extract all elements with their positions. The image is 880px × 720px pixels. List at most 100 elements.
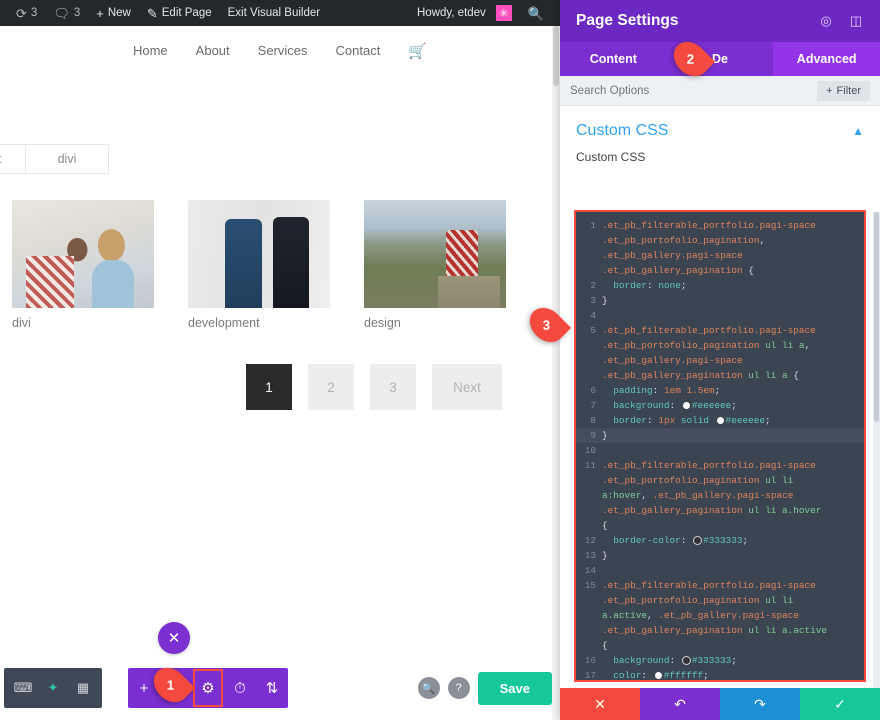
panel-scrollbar-thumb[interactable]: [874, 212, 879, 422]
adminbar-edit-page[interactable]: ✎ Edit Page: [139, 0, 220, 26]
cancel-button[interactable]: ✕: [560, 688, 640, 720]
tab-advanced[interactable]: Advanced: [773, 42, 880, 76]
code-line-number: 12: [576, 533, 602, 548]
grid-icon[interactable]: ▦: [68, 668, 98, 708]
panel-layout-icon[interactable]: ◫: [848, 13, 864, 29]
custom-css-code-editor[interactable]: 1.et_pb_filterable_portfolio.pagi-space.…: [574, 210, 866, 682]
code-line-number: [576, 368, 602, 383]
search-input[interactable]: [570, 85, 817, 97]
code-line: 11.et_pb_filterable_portfolio.pagi-space: [576, 458, 864, 473]
close-icon[interactable]: ✕: [158, 622, 190, 654]
comments-icon: 🗨: [53, 7, 70, 20]
filter-tab-divi[interactable]: divi: [25, 144, 109, 174]
code-line-text: .et_pb_gallery.pagi-space: [602, 248, 864, 263]
code-line-text: .et_pb_filterable_portfolio.pagi-space: [602, 323, 864, 338]
portfolio-thumbnail[interactable]: [364, 200, 506, 308]
code-line-text: [602, 563, 864, 578]
panel-scrollbar[interactable]: [873, 212, 880, 720]
portfolio-caption: divi: [12, 316, 154, 330]
code-line-number: 8: [576, 413, 602, 428]
code-line-number: [576, 518, 602, 533]
code-line-text: {: [602, 518, 864, 533]
portfolio-thumbnail[interactable]: [12, 200, 154, 308]
section-title: Custom CSS: [576, 122, 668, 140]
filter-tab-development[interactable]: oment: [0, 144, 26, 174]
code-editor-content[interactable]: 1.et_pb_filterable_portfolio.pagi-space.…: [576, 212, 864, 680]
code-line: 17 color: #ffffff;: [576, 668, 864, 682]
nav-item-services[interactable]: Services: [258, 43, 308, 58]
code-line-number: 5: [576, 323, 602, 338]
preview-scrollbar[interactable]: [552, 26, 560, 720]
focus-target-icon[interactable]: ◎: [818, 13, 834, 29]
portfolio-item[interactable]: divi: [12, 200, 154, 330]
portfolio-item[interactable]: development: [188, 200, 330, 330]
panel-action-bar: ✕ ↶ ↷ ✓: [560, 688, 880, 720]
undo-button[interactable]: ↶: [640, 688, 720, 720]
filter-button[interactable]: + Filter: [817, 81, 870, 101]
code-line-text: border-color: #333333;: [602, 533, 864, 548]
tab-content[interactable]: Content: [560, 42, 667, 76]
updates-count: 3: [31, 7, 37, 19]
custom-css-section-header[interactable]: Custom CSS ▲: [560, 106, 880, 144]
adminbar-exit-visual-builder[interactable]: Exit Visual Builder: [220, 0, 328, 26]
save-button[interactable]: Save: [478, 672, 552, 705]
code-line: .et_pb_gallery.pagi-space: [576, 248, 864, 263]
chevron-up-icon[interactable]: ▲: [852, 124, 864, 138]
code-line: .et_pb_gallery_pagination ul li a.active: [576, 623, 864, 638]
question-mark-icon[interactable]: ?: [448, 677, 470, 699]
adminbar-search[interactable]: 🔍: [520, 0, 552, 26]
portfolio-grid: divi development design: [12, 200, 548, 330]
portfolio-filter-tabs: oment divi: [0, 144, 108, 174]
pagination-page-1[interactable]: 1: [246, 364, 292, 410]
magnifier-icon[interactable]: 🔍: [418, 677, 440, 699]
code-line-text: border: none;: [602, 278, 864, 293]
plus-icon: +: [826, 85, 832, 97]
code-line: a.active, .et_pb_gallery.pagi-space: [576, 608, 864, 623]
pagination-next[interactable]: Next: [432, 364, 502, 410]
howdy-label: Howdy, etdev: [417, 7, 486, 19]
pagination-page-2[interactable]: 2: [308, 364, 354, 410]
portfolio-item[interactable]: design: [364, 200, 506, 330]
history-clock-icon[interactable]: ⏱: [224, 668, 256, 708]
code-line-text: .et_pb_portofolio_pagination ul li: [602, 473, 864, 488]
nav-item-contact[interactable]: Contact: [336, 43, 381, 58]
adminbar-comments[interactable]: 🗨 3: [45, 0, 88, 26]
nav-item-home[interactable]: Home: [133, 43, 168, 58]
code-line-number: 10: [576, 443, 602, 458]
code-line: .et_pb_gallery_pagination ul li a.hover: [576, 503, 864, 518]
sort-arrows-icon[interactable]: ⇅: [256, 668, 288, 708]
save-check-button[interactable]: ✓: [800, 688, 880, 720]
portfolio-caption: development: [188, 316, 330, 330]
code-line-number: [576, 263, 602, 278]
click-select-icon[interactable]: ✦: [38, 668, 68, 708]
code-line: .et_pb_gallery_pagination ul li a {: [576, 368, 864, 383]
adminbar-howdy[interactable]: Howdy, etdev ✳: [409, 0, 520, 26]
code-line: .et_pb_portofolio_pagination ul li: [576, 473, 864, 488]
code-line-text: .et_pb_filterable_portfolio.pagi-space: [602, 578, 864, 593]
code-line-text: }: [602, 293, 864, 308]
search-icon: 🔍: [528, 7, 544, 20]
portfolio-thumbnail[interactable]: [188, 200, 330, 308]
adminbar-updates[interactable]: ⟳ 3: [8, 0, 45, 26]
code-line-number: 16: [576, 653, 602, 668]
code-line-number: [576, 338, 602, 353]
nav-item-about[interactable]: About: [196, 43, 230, 58]
redo-button[interactable]: ↷: [720, 688, 800, 720]
code-line-text: .et_pb_portofolio_pagination ul li: [602, 593, 864, 608]
code-line-number: [576, 608, 602, 623]
desktop-select-icon[interactable]: ⌨: [8, 668, 38, 708]
shopping-cart-icon[interactable]: 🛒: [408, 42, 427, 60]
code-line: 1.et_pb_filterable_portfolio.pagi-space: [576, 218, 864, 233]
preview-scrollbar-thumb[interactable]: [553, 26, 559, 86]
code-line: 2 border: none;: [576, 278, 864, 293]
code-line-text: .et_pb_portofolio_pagination,: [602, 233, 864, 248]
code-line-number: [576, 638, 602, 653]
code-line: 14: [576, 563, 864, 578]
panel-body: Custom CSS ▲ Custom CSS 1.et_pb_filterab…: [560, 106, 880, 720]
code-line-number: [576, 488, 602, 503]
pagination-page-3[interactable]: 3: [370, 364, 416, 410]
gear-icon[interactable]: ⚙: [192, 668, 224, 708]
adminbar-new[interactable]: + New: [88, 0, 139, 26]
code-line-text: a.active, .et_pb_gallery.pagi-space: [602, 608, 864, 623]
code-line-text: .et_pb_filterable_portfolio.pagi-space: [602, 218, 864, 233]
